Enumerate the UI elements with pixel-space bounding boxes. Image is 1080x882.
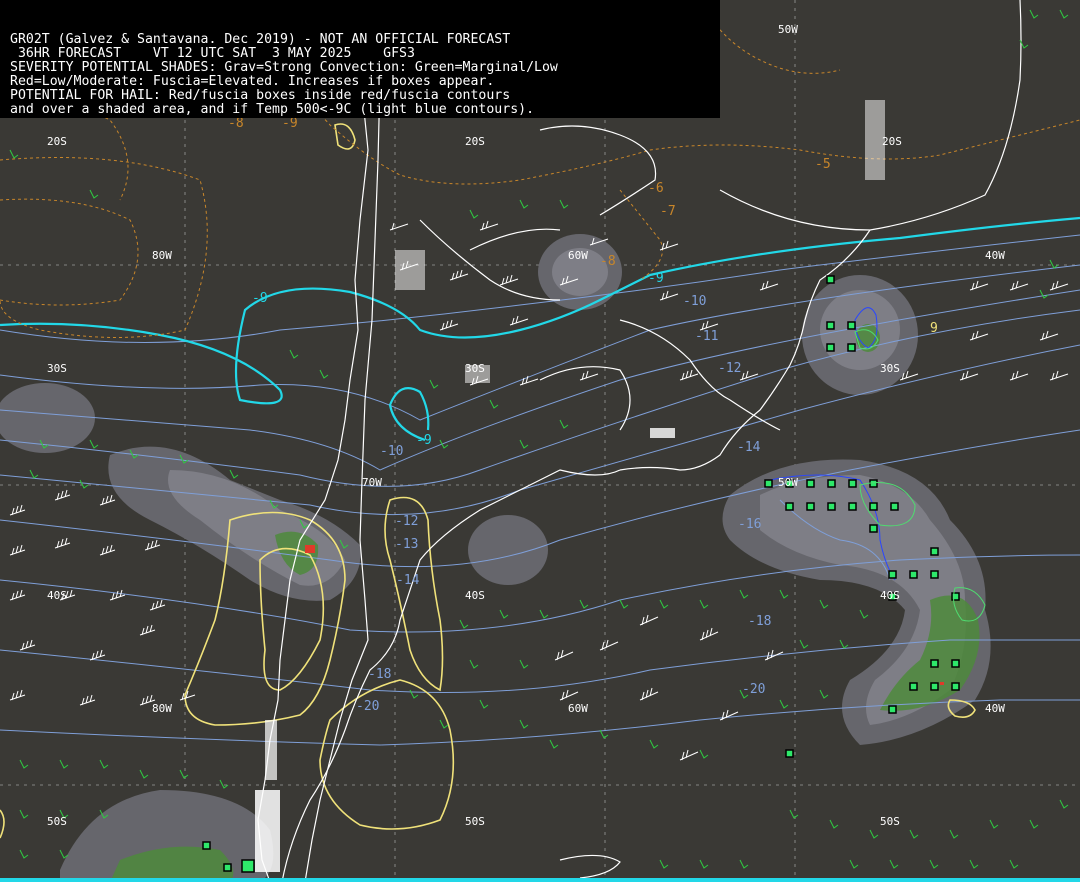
header-severity-line: SEVERITY POTENTIAL SHADES: Grav=Strong C… <box>10 60 558 75</box>
lon-label: 40W <box>985 702 1005 715</box>
lon-label: 70W <box>362 476 382 489</box>
forecast-map: 50W 20S 20S 20S 80W 60W 40W 30S 30S 30S … <box>0 0 1080 882</box>
lon-label: 40W <box>985 249 1005 262</box>
contour-label: -14 <box>396 573 420 588</box>
contour-label: -18 <box>748 614 771 629</box>
header-forecast-line: 36HR FORECAST VT 12 UTC SAT 3 MAY 2025 G… <box>10 46 415 61</box>
contour-label: -10 <box>380 444 403 459</box>
contour-label: -10 <box>683 294 706 309</box>
contour-label: -12 <box>718 361 741 376</box>
contour-label: -6 <box>648 181 664 196</box>
contour-label: -9 <box>252 291 268 306</box>
contour-label: -9 <box>648 271 664 286</box>
lat-label: 50S <box>47 815 67 828</box>
lon-label: 50W <box>778 476 798 489</box>
forecast-header: GR02T (Galvez & Santavana. Dec 2019) - N… <box>0 0 720 118</box>
contour-label: -16 <box>738 517 761 532</box>
lon-label: 60W <box>568 702 588 715</box>
contour-label: -20 <box>742 682 765 697</box>
contour-label: -11 <box>695 329 718 344</box>
map-background <box>0 0 1080 882</box>
lon-label: 80W <box>152 249 172 262</box>
bottom-border <box>0 878 1080 882</box>
lat-label: 20S <box>882 135 902 148</box>
lat-label: 30S <box>47 362 67 375</box>
contour-label: -9 <box>282 116 298 131</box>
contour-label: -7 <box>660 204 676 219</box>
lon-label: 60W <box>568 249 588 262</box>
header-severity-legend-line: Red=Low/Moderate: Fuscia=Elevated. Incre… <box>10 74 495 89</box>
lat-label: 20S <box>465 135 485 148</box>
lat-label: 50S <box>465 815 485 828</box>
lat-label: 30S <box>465 362 485 375</box>
contour-label: -8 <box>600 254 616 269</box>
contour-label: -13 <box>395 537 418 552</box>
contour-label: -20 <box>356 699 379 714</box>
lat-label: 50S <box>880 815 900 828</box>
contour-label: -9 <box>416 433 432 448</box>
header-hail-condition-line: and over a shaded area, and if Temp 500<… <box>10 102 535 117</box>
lat-label: 40S <box>47 589 67 602</box>
lat-label: 40S <box>880 589 900 602</box>
contour-label: -18 <box>368 667 391 682</box>
contour-label: -5 <box>815 157 831 172</box>
contour-label: 9 <box>930 321 938 336</box>
header-title-line: GR02T (Galvez & Santavana. Dec 2019) - N… <box>10 32 511 47</box>
lat-label: 20S <box>47 135 67 148</box>
contour-label: -12 <box>395 514 418 529</box>
lat-label: 30S <box>880 362 900 375</box>
contour-label: -8 <box>228 116 244 131</box>
contour-label: -14 <box>737 440 761 455</box>
lon-label: 50W <box>778 23 798 36</box>
lon-label: 80W <box>152 702 172 715</box>
header-hail-line: POTENTIAL FOR HAIL: Red/fuscia boxes ins… <box>10 88 511 103</box>
lat-label: 40S <box>465 589 485 602</box>
